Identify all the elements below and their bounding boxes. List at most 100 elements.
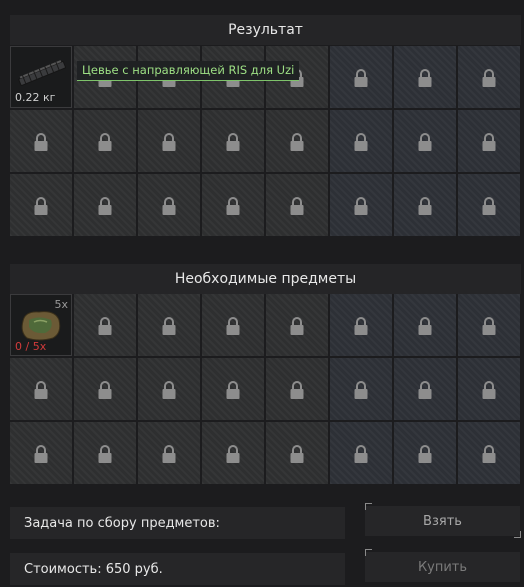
lock-icon xyxy=(481,68,497,88)
locked-slot xyxy=(138,294,200,356)
locked-slot xyxy=(138,174,200,236)
lock-icon xyxy=(353,68,369,88)
lock-icon xyxy=(417,196,433,216)
result-header: Результат xyxy=(10,15,521,45)
locked-slot xyxy=(330,110,392,172)
locked-slot xyxy=(74,294,136,356)
locked-slot xyxy=(10,422,72,484)
locked-slot xyxy=(266,294,328,356)
lock-icon xyxy=(225,132,241,152)
lock-icon xyxy=(33,196,49,216)
locked-slot xyxy=(202,358,264,420)
buy-corner-tl xyxy=(365,549,372,556)
locked-slot xyxy=(394,46,456,108)
lock-icon xyxy=(417,68,433,88)
locked-slot xyxy=(74,422,136,484)
cost-label: Стоимость: 650 руб. xyxy=(24,561,163,577)
required-grid: 5x 0 / 5x xyxy=(10,294,520,484)
lock-icon xyxy=(289,132,305,152)
lock-icon xyxy=(161,316,177,336)
lock-icon xyxy=(161,196,177,216)
lock-icon xyxy=(481,196,497,216)
locked-slot xyxy=(458,422,520,484)
lock-icon xyxy=(353,380,369,400)
lock-icon xyxy=(225,444,241,464)
take-button[interactable]: Взять xyxy=(365,506,520,536)
lock-icon xyxy=(161,132,177,152)
lock-icon xyxy=(481,132,497,152)
item-count: 5x xyxy=(54,298,68,311)
locked-slot xyxy=(458,46,520,108)
lock-icon xyxy=(481,444,497,464)
locked-slot xyxy=(266,358,328,420)
locked-slot xyxy=(330,46,392,108)
lock-icon xyxy=(161,380,177,400)
lock-icon xyxy=(417,316,433,336)
lock-icon xyxy=(225,380,241,400)
locked-slot xyxy=(10,174,72,236)
lock-icon xyxy=(417,380,433,400)
take-corner-br xyxy=(514,531,521,538)
take-button-label: Взять xyxy=(423,513,462,529)
lock-icon xyxy=(97,196,113,216)
locked-slot xyxy=(458,294,520,356)
locked-slot xyxy=(394,358,456,420)
locked-slot xyxy=(138,422,200,484)
locked-slot xyxy=(330,358,392,420)
lock-icon xyxy=(225,196,241,216)
locked-slot xyxy=(394,294,456,356)
lock-icon xyxy=(417,132,433,152)
locked-slot xyxy=(394,422,456,484)
locked-slot xyxy=(330,422,392,484)
locked-slot xyxy=(138,110,200,172)
buy-button-label: Купить xyxy=(417,559,468,575)
item-tooltip-text: Цевье с направляющей RIS для Uzi xyxy=(82,63,295,77)
lock-icon xyxy=(33,380,49,400)
required-title: Необходимые предметы xyxy=(174,271,357,287)
locked-slot xyxy=(330,174,392,236)
locked-slot xyxy=(202,174,264,236)
lock-icon xyxy=(289,196,305,216)
locked-slot xyxy=(74,358,136,420)
item-weight: 0.22 кг xyxy=(15,91,56,104)
locked-slot xyxy=(394,110,456,172)
item-tooltip: Цевье с направляющей RIS для Uzi xyxy=(77,61,300,81)
locked-slot xyxy=(394,174,456,236)
locked-slot xyxy=(458,110,520,172)
locked-slot xyxy=(330,294,392,356)
lock-icon xyxy=(161,444,177,464)
take-corner-tl xyxy=(365,503,372,510)
lock-icon xyxy=(417,444,433,464)
task-bar: Задача по сбору предметов: xyxy=(10,507,345,539)
locked-slot xyxy=(202,422,264,484)
lock-icon xyxy=(481,316,497,336)
locked-slot xyxy=(458,358,520,420)
required-item-slot[interactable]: 5x 0 / 5x xyxy=(10,294,72,356)
locked-slot xyxy=(74,110,136,172)
lock-icon xyxy=(289,380,305,400)
cost-bar: Стоимость: 650 руб. xyxy=(10,553,345,585)
locked-slot xyxy=(202,110,264,172)
result-item-slot[interactable]: 0.22 кг xyxy=(10,46,72,108)
buy-button[interactable]: Купить xyxy=(365,552,520,582)
lock-icon xyxy=(481,380,497,400)
lock-icon xyxy=(97,380,113,400)
lock-icon xyxy=(33,132,49,152)
lock-icon xyxy=(33,444,49,464)
lock-icon xyxy=(353,316,369,336)
locked-slot xyxy=(202,294,264,356)
lock-icon xyxy=(97,316,113,336)
lock-icon xyxy=(97,444,113,464)
locked-slot xyxy=(10,358,72,420)
lock-icon xyxy=(353,196,369,216)
locked-slot xyxy=(74,174,136,236)
required-header: Необходимые предметы xyxy=(10,264,521,294)
locked-slot xyxy=(266,174,328,236)
locked-slot xyxy=(458,174,520,236)
locked-slot xyxy=(10,110,72,172)
lock-icon xyxy=(225,316,241,336)
locked-slot xyxy=(266,422,328,484)
lock-icon xyxy=(289,444,305,464)
rail-handguard-icon xyxy=(13,55,71,95)
lock-icon xyxy=(353,132,369,152)
